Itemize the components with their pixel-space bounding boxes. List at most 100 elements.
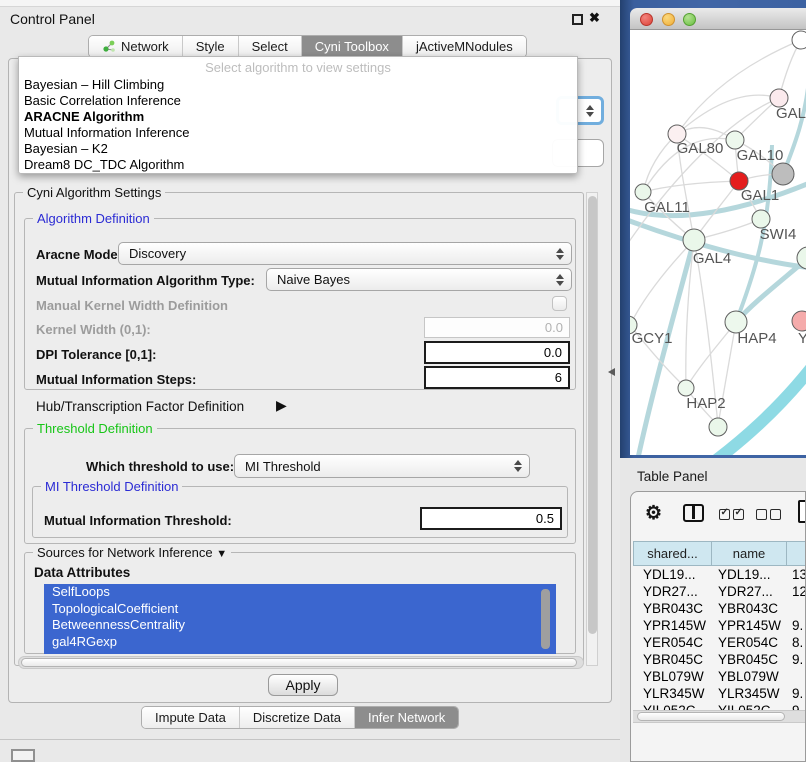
tab-infer-network[interactable]: Infer Network (354, 707, 458, 728)
dropdown-item[interactable]: Dream8 DC_TDC Algorithm (19, 157, 577, 173)
scrollbar-thumb[interactable] (637, 712, 785, 721)
node-label: GAL4 (693, 250, 731, 267)
close-icon[interactable]: ✖ (589, 10, 600, 26)
dropdown-item-highlighted[interactable]: ARACNE Algorithm (19, 109, 577, 125)
application-window: Control Panel ✖ Network Style Select Cyn… (0, 0, 806, 762)
node-label: GAL11 (644, 199, 690, 216)
select-all-checkboxes-icon[interactable] (719, 507, 747, 525)
node[interactable] (709, 418, 727, 436)
manual-kernel-label: Manual Kernel Width Definition (36, 298, 228, 313)
node-label: HAP2 (686, 395, 725, 412)
divider (0, 739, 620, 740)
data-attributes-label: Data Attributes (34, 565, 130, 580)
minimize-traffic-light-icon[interactable] (662, 13, 675, 26)
stepper-icon (556, 274, 564, 286)
tab-impute-data[interactable]: Impute Data (142, 707, 239, 728)
collapse-arrow-icon[interactable]: ▼ (216, 548, 227, 560)
group-title: Algorithm Definition (33, 211, 154, 226)
tab-jactivemnodules[interactable]: jActiveMNodules (402, 36, 526, 57)
data-attributes-list[interactable]: SelfLoops TopologicalCoefficient Between… (44, 584, 556, 654)
node-label: GAL1 (741, 187, 779, 204)
network-window-titlebar[interactable] (630, 8, 806, 30)
hub-definition-label[interactable]: Hub/Transcription Factor Definition (36, 399, 244, 414)
table-horizontal-scrollbar[interactable] (633, 710, 806, 723)
mi-type-label: Mutual Information Algorithm Type: (36, 273, 255, 288)
which-threshold-combobox[interactable]: MI Threshold (234, 454, 530, 478)
node[interactable] (772, 163, 794, 185)
expand-arrow-icon[interactable]: ▶ (276, 397, 287, 414)
group-title: Sources for Network Inference ▼ (33, 545, 231, 560)
splitter-handle-icon[interactable] (608, 368, 615, 376)
dropdown-item[interactable]: Mutual Information Inference (19, 125, 577, 141)
zoom-traffic-light-icon[interactable] (683, 13, 696, 26)
dropdown-item[interactable]: Bayesian – Hill Climbing (19, 77, 577, 93)
node-hap2[interactable] (678, 380, 694, 396)
list-item[interactable]: TopologicalCoefficient (44, 601, 556, 618)
node-gal4[interactable] (683, 229, 705, 251)
table-panel-title: Table Panel (637, 469, 708, 484)
node-gal11[interactable] (635, 184, 651, 200)
kernel-width-label: Kernel Width (0,1): (36, 322, 151, 337)
horizontal-scrollbar[interactable] (18, 656, 584, 669)
control-panel-tabs: Network Style Select Cyni Toolbox jActiv… (88, 35, 527, 58)
node[interactable] (792, 31, 806, 49)
gear-icon[interactable]: ⚙ (645, 502, 662, 525)
table-subpanel: ⚙ shared... name YDL19...YDL19...13 (630, 491, 806, 762)
tab-select[interactable]: Select (238, 36, 301, 57)
node-label: SWI4 (760, 226, 797, 243)
scrollbar-thumb[interactable] (588, 196, 597, 634)
dropdown-item[interactable]: Bayesian – K2 (19, 141, 577, 157)
tab-cyni-toolbox[interactable]: Cyni Toolbox (301, 36, 402, 57)
list-item[interactable]: SelfLoops (44, 584, 556, 601)
mi-threshold-field[interactable]: 0.5 (420, 507, 562, 530)
apply-button[interactable]: Apply (268, 674, 338, 696)
node-label: HAP4 (737, 330, 776, 347)
mi-algorithm-type-combobox[interactable]: Naive Bayes (266, 268, 572, 291)
mi-steps-label: Mutual Information Steps: (36, 372, 196, 387)
deselect-all-checkboxes-icon[interactable] (756, 507, 784, 525)
list-scrollbar[interactable] (541, 589, 550, 649)
node-labels: GAL GAL80 GAL10 GAL1 GAL11 SWI4 GAL4 GCY… (632, 105, 806, 412)
column-header[interactable]: name (711, 541, 787, 566)
node-label: GAL80 (677, 140, 724, 157)
bottom-tabs: Impute Data Discretize Data Infer Networ… (141, 706, 459, 729)
document-icon[interactable] (798, 500, 806, 523)
node-y[interactable] (792, 311, 806, 331)
scrollbar-thumb[interactable] (21, 658, 577, 667)
mi-steps-field[interactable]: 6 (424, 366, 570, 389)
column-header[interactable] (786, 541, 806, 566)
dock-panel-icon[interactable] (11, 749, 35, 762)
vertical-scrollbar[interactable] (586, 192, 598, 666)
column-header[interactable]: shared... (633, 541, 712, 566)
network-view-canvas[interactable]: GAL GAL80 GAL10 GAL1 GAL11 SWI4 GAL4 GCY… (630, 30, 806, 455)
which-threshold-label: Which threshold to use: (86, 459, 234, 474)
columns-icon[interactable] (683, 504, 704, 522)
manual-kernel-checkbox[interactable] (552, 296, 567, 311)
dropdown-item[interactable]: Basic Correlation Inference (19, 93, 577, 109)
stepper-icon (514, 460, 522, 472)
mi-threshold-label: Mutual Information Threshold: (44, 513, 232, 528)
aracne-mode-label: Aracne Mode: (36, 247, 122, 262)
stepper-icon (586, 105, 594, 117)
table-header: shared... name (633, 541, 806, 566)
tab-discretize-data[interactable]: Discretize Data (239, 707, 354, 728)
table-body: YDL19...YDL19...13 YDR27...YDR27...12 YB… (633, 566, 806, 710)
stepper-icon (556, 248, 564, 260)
list-item[interactable]: BetweennessCentrality (44, 617, 556, 634)
network-graph: GAL GAL80 GAL10 GAL1 GAL11 SWI4 GAL4 GCY… (630, 30, 806, 455)
tab-style[interactable]: Style (182, 36, 238, 57)
dropdown-prompt: Select algorithm to view settings (19, 57, 577, 77)
tab-network[interactable]: Network (89, 36, 182, 57)
aracne-mode-combobox[interactable]: Discovery (118, 242, 572, 265)
algorithm-dropdown: Select algorithm to view settings Bayesi… (18, 56, 578, 174)
list-item[interactable]: gal4RGexp (44, 634, 556, 651)
close-traffic-light-icon[interactable] (640, 13, 653, 26)
dpi-tolerance-label: DPI Tolerance [0,1]: (36, 347, 156, 362)
table-panel: Table Panel ⚙ shared... name YDL19...YDL (620, 458, 806, 762)
float-window-icon[interactable] (572, 14, 583, 25)
kernel-width-field[interactable]: 0.0 (424, 317, 570, 338)
control-panel-title: Control Panel (10, 11, 95, 27)
group-title: Threshold Definition (33, 421, 157, 436)
dpi-tolerance-field[interactable]: 0.0 (424, 341, 570, 364)
node-label: GAL (776, 105, 806, 122)
